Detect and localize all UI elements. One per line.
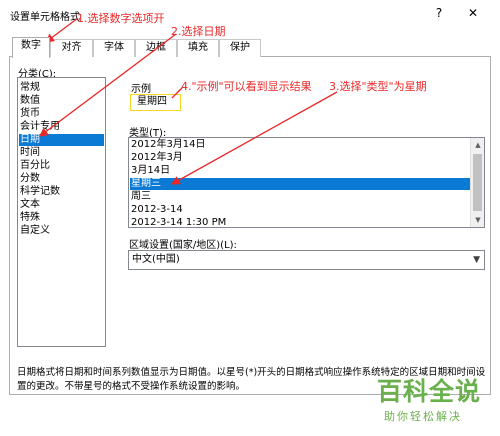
- category-item-special[interactable]: 特殊: [19, 212, 104, 224]
- type-list[interactable]: 2012年3月14日 2012年3月 3月14日 星期三 周三 2012-3-1…: [128, 137, 485, 228]
- dialog-titlebar: 设置单元格格式 ? ✕: [0, 0, 500, 30]
- type-item[interactable]: 2012-3-14: [130, 204, 471, 216]
- chevron-down-icon: ▼: [473, 255, 480, 265]
- category-item-text[interactable]: 文本: [19, 199, 104, 211]
- scroll-up-icon[interactable]: ▲: [471, 138, 484, 152]
- type-list-scrollbar[interactable]: ▲ ▼: [470, 138, 484, 227]
- category-item-number[interactable]: 数值: [19, 95, 104, 107]
- scroll-thumb[interactable]: [473, 154, 482, 211]
- tab-font[interactable]: 字体: [93, 39, 135, 57]
- annotation-step-2: 2.选择日期: [171, 25, 226, 38]
- category-item-general[interactable]: 常规: [19, 82, 104, 94]
- tab-alignment[interactable]: 对齐: [50, 39, 93, 57]
- help-button[interactable]: ?: [432, 6, 446, 22]
- locale-select[interactable]: 中文(中国) ▼: [128, 250, 485, 270]
- category-item-currency[interactable]: 货币: [19, 108, 104, 120]
- type-item-selected[interactable]: 星期三: [130, 178, 471, 190]
- category-list[interactable]: 常规 数值 货币 会计专用 日期 时间 百分比 分数 科学记数 文本 特殊 自定…: [17, 77, 106, 347]
- sample-value: 星期四: [130, 94, 181, 111]
- annotation-step-1: 1.选择数字选项开: [77, 12, 165, 25]
- category-item-scientific[interactable]: 科学记数: [19, 186, 104, 198]
- type-item[interactable]: 2012年3月14日: [130, 139, 471, 151]
- watermark-logo: 百科全说: [377, 377, 482, 406]
- annotation-step-3: 3.选择"类型"为星期: [329, 80, 427, 93]
- type-item[interactable]: 3月14日: [130, 165, 471, 177]
- dialog-title: 设置单元格格式: [10, 12, 80, 23]
- category-item-percentage[interactable]: 百分比: [19, 160, 104, 172]
- tab-border[interactable]: 边框: [135, 39, 177, 57]
- category-item-date[interactable]: 日期: [19, 134, 104, 146]
- annotation-step-4: 4."示例"可以看到显示结果: [181, 80, 312, 93]
- category-item-custom[interactable]: 自定义: [19, 225, 104, 237]
- type-item[interactable]: 2012-3-14 1:30 PM: [130, 217, 471, 227]
- scroll-down-icon[interactable]: ▼: [471, 213, 484, 227]
- tab-number[interactable]: 数字: [12, 37, 50, 58]
- tab-protection[interactable]: 保护: [219, 39, 261, 57]
- sample-label: 示例: [131, 84, 151, 95]
- locale-label: 区域设置(国家/地区)(L):: [129, 240, 237, 251]
- category-item-accounting[interactable]: 会计专用: [19, 121, 104, 133]
- type-item[interactable]: 周三: [130, 191, 471, 203]
- category-item-fraction[interactable]: 分数: [19, 173, 104, 185]
- category-item-time[interactable]: 时间: [19, 147, 104, 159]
- tab-fill[interactable]: 填充: [177, 39, 219, 57]
- close-button[interactable]: ✕: [466, 6, 480, 22]
- type-item[interactable]: 2012年3月: [130, 152, 471, 164]
- locale-value: 中文(中国): [132, 254, 180, 265]
- watermark-slogan: 助你轻松解决: [384, 410, 462, 423]
